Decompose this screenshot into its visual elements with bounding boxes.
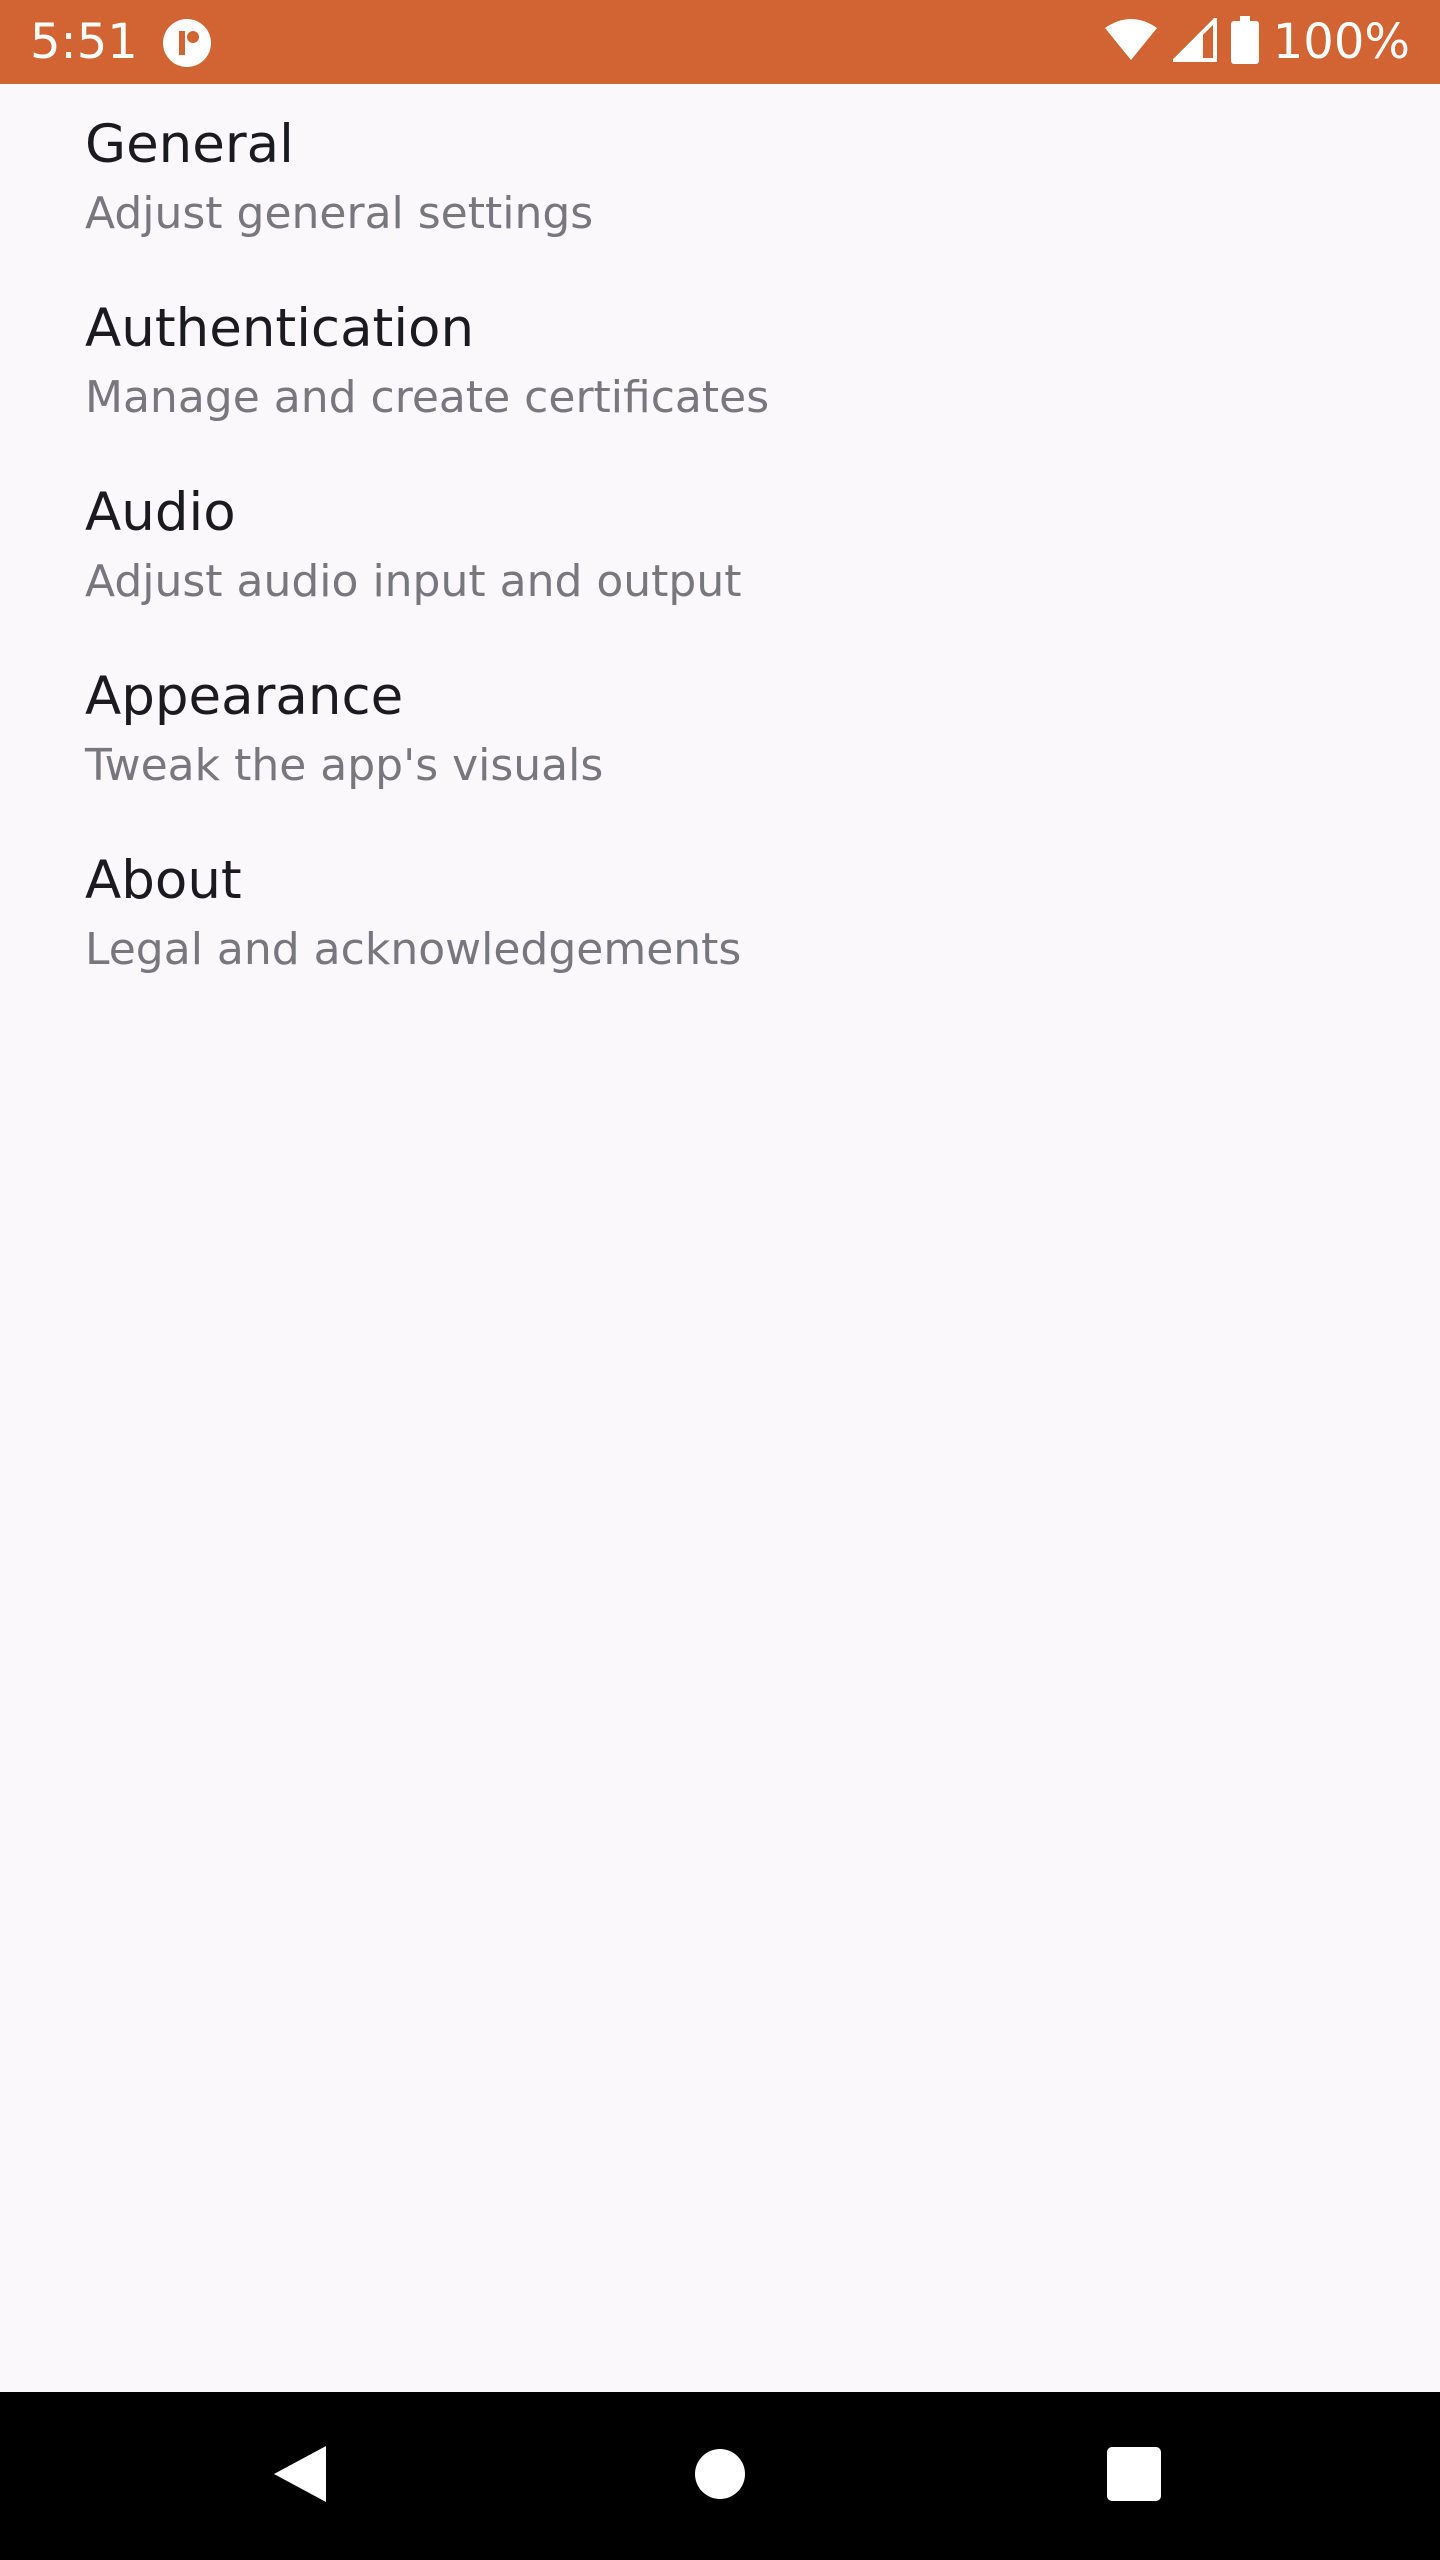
settings-item-title: Appearance	[85, 666, 404, 727]
settings-item-about[interactable]: About Legal and acknowledgements	[0, 820, 1440, 1004]
settings-item-title: About	[85, 850, 242, 911]
status-icons: 100%	[1103, 0, 1410, 84]
settings-item-audio[interactable]: Audio Adjust audio input and output	[0, 452, 1440, 636]
cell-signal-icon	[1169, 15, 1217, 66]
settings-item-title: Audio	[85, 482, 236, 543]
navigation-bar	[0, 2392, 1440, 2560]
home-icon	[694, 2448, 746, 2504]
recents-button[interactable]	[1050, 2392, 1218, 2560]
back-button[interactable]	[216, 2392, 384, 2560]
battery-icon	[1230, 16, 1259, 68]
settings-item-appearance[interactable]: Appearance Tweak the app's visuals	[0, 636, 1440, 820]
settings-list: General Adjust general settings Authenti…	[0, 84, 1440, 1004]
settings-item-subtitle: Manage and create certificates	[85, 372, 770, 423]
home-button[interactable]	[636, 2392, 804, 2560]
settings-item-subtitle: Legal and acknowledgements	[85, 924, 742, 975]
settings-item-general[interactable]: General Adjust general settings	[0, 84, 1440, 268]
settings-item-authentication[interactable]: Authentication Manage and create certifi…	[0, 268, 1440, 452]
wifi-icon	[1103, 18, 1159, 66]
settings-item-subtitle: Adjust audio input and output	[85, 556, 742, 607]
app-notification-icon	[162, 18, 212, 68]
back-icon	[272, 2444, 328, 2508]
recents-icon	[1107, 2447, 1161, 2505]
settings-item-subtitle: Tweak the app's visuals	[85, 740, 604, 791]
status-bar: 5:51 100%	[0, 0, 1440, 84]
settings-item-title: General	[85, 114, 294, 175]
settings-item-subtitle: Adjust general settings	[85, 188, 594, 239]
battery-percent: 100%	[1272, 14, 1410, 70]
settings-item-title: Authentication	[85, 298, 475, 359]
status-time: 5:51	[30, 14, 138, 70]
